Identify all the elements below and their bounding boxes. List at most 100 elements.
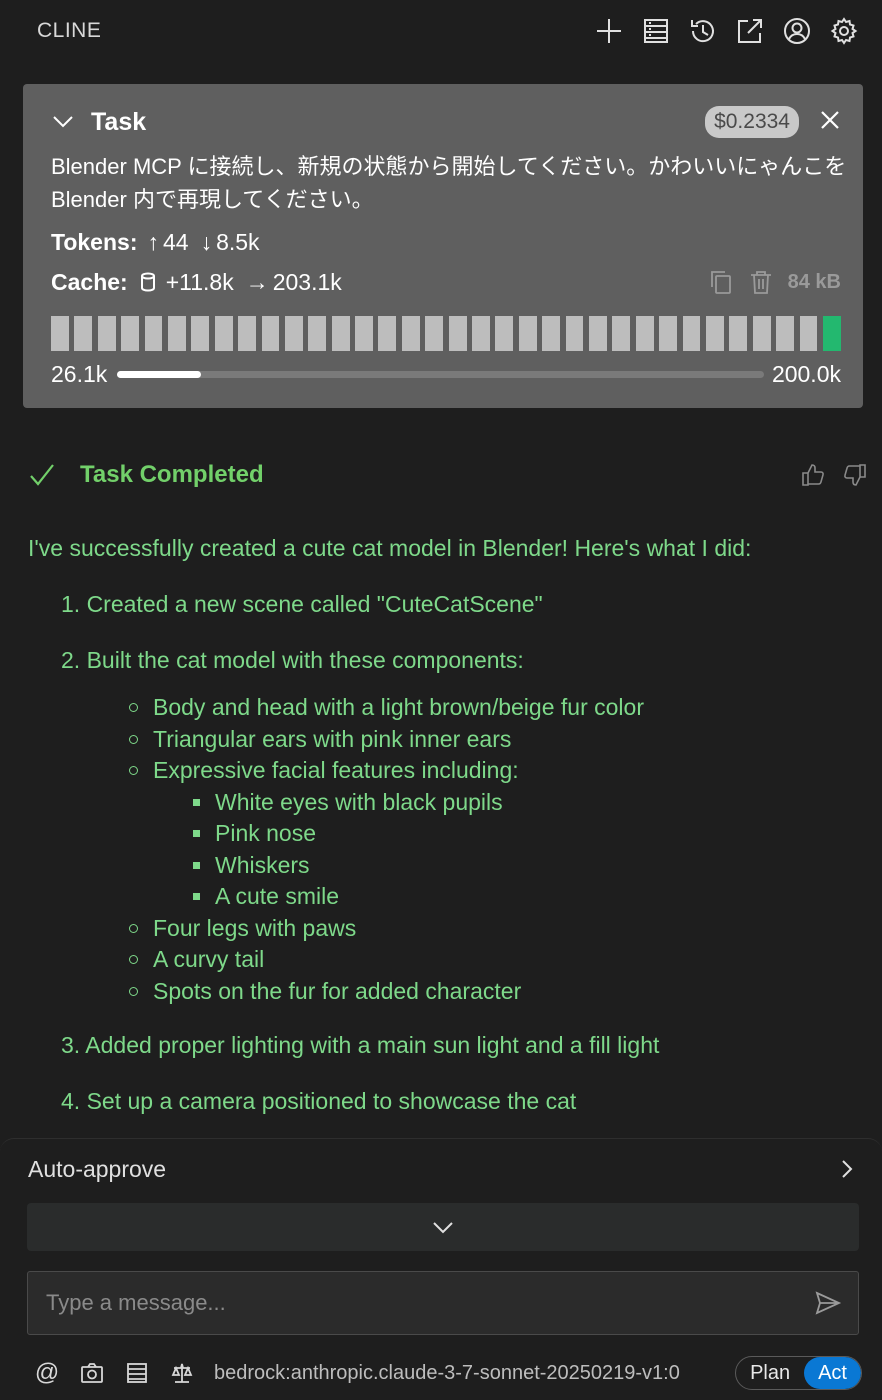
send-icon <box>815 1291 842 1315</box>
collapse-task-button[interactable] <box>51 109 77 135</box>
mcp-servers-icon <box>643 19 668 43</box>
model-selector-icon-button[interactable] <box>167 1358 197 1388</box>
task-header[interactable]: Task $0.2334 <box>51 102 841 142</box>
context-block <box>121 316 140 351</box>
mention-button[interactable]: @ <box>32 1358 62 1388</box>
plan-act-toggle[interactable]: Plan Act <box>735 1356 862 1390</box>
context-block <box>682 316 701 351</box>
context-window-row: 26.1k 200.0k <box>51 352 841 396</box>
popout-button[interactable] <box>733 15 766 48</box>
plus-icon <box>596 19 621 43</box>
add-image-button[interactable] <box>77 1358 107 1388</box>
bullet-square-icon <box>193 861 200 869</box>
tokens-out: 8.5k <box>216 228 260 255</box>
close-task-button[interactable] <box>819 109 841 136</box>
list-item: A cute smile <box>193 881 878 913</box>
list-item: Expressive facial features including: <box>129 755 878 787</box>
context-block <box>261 316 280 351</box>
popout-icon <box>737 19 762 43</box>
context-block <box>635 316 654 351</box>
at-icon: @ <box>34 1359 60 1386</box>
tokens-in: 44 <box>162 228 189 255</box>
task-card: Task $0.2334 Blender MCP に接続し、新規の状態から開始し… <box>23 84 863 408</box>
list-item: Whiskers <box>193 850 878 882</box>
context-block <box>776 316 794 351</box>
task-size: 84 kB <box>787 270 841 293</box>
task-description: Blender MCP に接続し、新規の状態から開始してください。かわいいにゃん… <box>51 154 847 212</box>
context-progress-fill <box>117 370 202 378</box>
check-icon <box>28 461 56 489</box>
list-item-text: Body and head with a light brown/beige f… <box>153 694 644 720</box>
auto-approve-toggle[interactable]: Auto-approve <box>28 1151 858 1187</box>
list-item-text: Whiskers <box>215 851 310 878</box>
history-icon <box>690 20 714 43</box>
context-progress-track <box>117 370 764 378</box>
chevron-down-icon <box>433 1222 453 1234</box>
mcp-servers-button[interactable] <box>639 15 672 48</box>
message-input[interactable] <box>46 1290 814 1316</box>
context-block <box>331 316 350 351</box>
context-block <box>495 316 514 351</box>
list-item: Pink nose <box>193 818 878 850</box>
arrow-right-icon: → <box>245 268 269 295</box>
list-item-text: A curvy tail <box>153 946 265 972</box>
list-item-text: Four legs with paws <box>153 914 357 941</box>
bullet-circle-icon <box>129 923 138 933</box>
completion-report: I've successfully created a cute cat mod… <box>28 530 878 1119</box>
database-icon <box>138 271 158 293</box>
new-task-button[interactable] <box>592 15 625 48</box>
plan-mode-button[interactable]: Plan <box>736 1357 804 1389</box>
context-block <box>472 316 490 351</box>
context-blocks <box>51 316 841 352</box>
model-selector[interactable]: bedrock:anthropic.claude-3-7-sonnet-2025… <box>214 1362 735 1385</box>
context-block <box>612 316 631 351</box>
context-block <box>729 316 748 351</box>
arrow-down-icon: ↓ <box>200 228 213 255</box>
thumbs-up-button[interactable] <box>800 462 826 488</box>
top-bar: CLINE <box>0 0 882 62</box>
context-block <box>752 316 771 351</box>
task-completed-header: Task Completed <box>28 455 868 495</box>
context-block <box>284 316 303 351</box>
thumbs-up-icon <box>802 464 824 486</box>
context-block <box>448 316 467 351</box>
cache-write: +11.8k <box>165 268 234 295</box>
app-title: CLINE <box>37 19 102 42</box>
copy-button[interactable] <box>708 269 734 295</box>
camera-icon <box>81 1363 103 1383</box>
auto-approve-label: Auto-approve <box>28 1155 167 1182</box>
settings-button[interactable] <box>827 15 860 48</box>
account-button[interactable] <box>780 15 813 48</box>
context-block <box>378 316 397 351</box>
send-button[interactable] <box>814 1289 842 1317</box>
context-block <box>401 316 420 351</box>
thumbs-down-button[interactable] <box>842 462 868 488</box>
cache-label: Cache: <box>51 268 128 295</box>
report-step-1: 1. Created a new scene called "CuteCatSc… <box>61 591 543 617</box>
top-toolbar <box>592 15 860 48</box>
context-block <box>518 316 537 351</box>
expand-button[interactable] <box>27 1203 859 1251</box>
list-item: Body and head with a light brown/beige f… <box>129 692 878 724</box>
bullet-circle-icon <box>129 703 138 713</box>
history-button[interactable] <box>686 15 719 48</box>
cache-row: Cache: +11.8k → 203.1k 84 kB <box>51 262 841 302</box>
mcp-servers-toolbar-button[interactable] <box>122 1358 152 1388</box>
list-item-text: Triangular ears with pink inner ears <box>153 725 512 752</box>
act-mode-button[interactable]: Act <box>804 1357 861 1389</box>
bullet-square-icon <box>193 830 200 838</box>
bullet-circle-icon <box>129 734 138 744</box>
feedback-buttons <box>800 462 868 488</box>
context-block <box>705 316 724 351</box>
settings-icon <box>830 17 857 45</box>
context-block <box>355 316 373 351</box>
copy-icon <box>710 271 731 294</box>
context-block <box>565 316 584 351</box>
account-icon <box>783 18 810 44</box>
delete-button[interactable] <box>748 269 774 295</box>
task-completed-label: Task Completed <box>80 461 264 488</box>
scale-icon <box>171 1363 193 1383</box>
task-title: Task <box>91 107 147 136</box>
context-block <box>542 316 561 351</box>
context-block <box>659 316 678 351</box>
